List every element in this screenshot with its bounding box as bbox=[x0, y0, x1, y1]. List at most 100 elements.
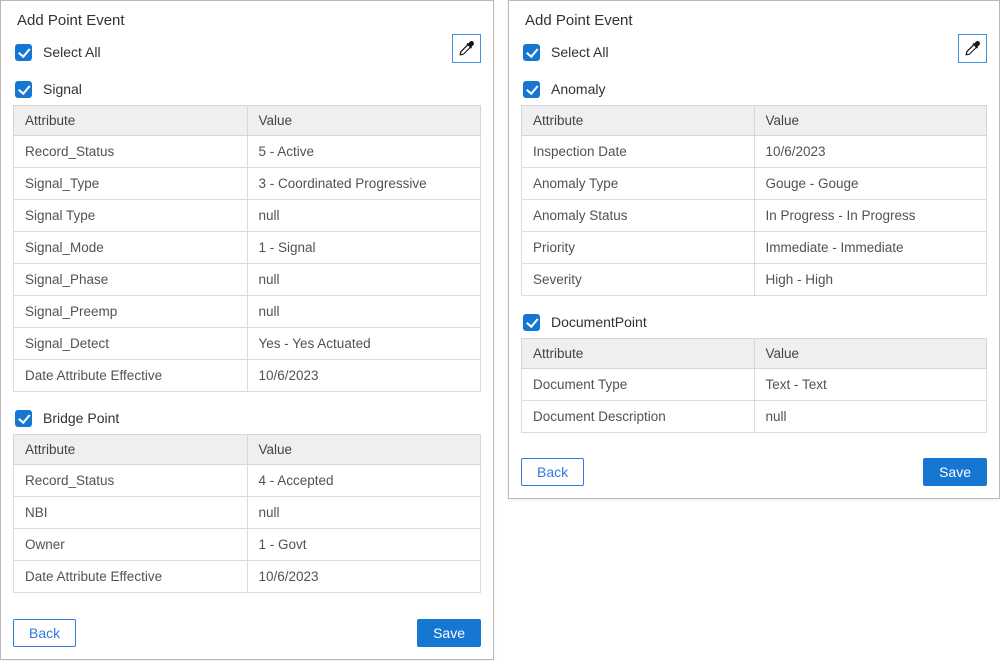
col-attribute: Attribute bbox=[522, 339, 755, 369]
table-row: Document Type Text - Text bbox=[522, 369, 987, 401]
value-cell: In Progress - In Progress bbox=[754, 200, 987, 232]
value-cell: null bbox=[247, 296, 481, 328]
group-label: Bridge Point bbox=[43, 409, 119, 427]
table-row: Record_Status 4 - Accepted bbox=[14, 465, 481, 497]
value-cell: Text - Text bbox=[754, 369, 987, 401]
attribute-table: Attribute Value Document Type Text - Tex… bbox=[521, 338, 987, 433]
select-all-checkbox[interactable] bbox=[15, 44, 32, 61]
select-all-checkbox[interactable] bbox=[523, 44, 540, 61]
value-cell: 10/6/2023 bbox=[247, 561, 481, 593]
group-label-row: Signal bbox=[15, 80, 481, 98]
back-button[interactable]: Back bbox=[521, 458, 584, 486]
add-point-event-panel: Add Point Event Select All Signal Attrib… bbox=[0, 0, 494, 660]
table-row: Record_Status 5 - Active bbox=[14, 136, 481, 168]
group-label: Anomaly bbox=[551, 80, 605, 98]
attribute-table: Attribute Value Inspection Date 10/6/202… bbox=[521, 105, 987, 296]
col-value: Value bbox=[247, 435, 481, 465]
table-row: Document Description null bbox=[522, 401, 987, 433]
attribute-cell: Signal_Type bbox=[14, 168, 248, 200]
col-value: Value bbox=[754, 106, 987, 136]
attribute-group: DocumentPoint Attribute Value Document T… bbox=[521, 313, 987, 433]
value-cell: 1 - Govt bbox=[247, 529, 481, 561]
table-row: Signal_Mode 1 - Signal bbox=[14, 232, 481, 264]
value-cell: null bbox=[247, 200, 481, 232]
group-checkbox[interactable] bbox=[15, 410, 32, 427]
value-cell: 1 - Signal bbox=[247, 232, 481, 264]
table-row: Priority Immediate - Immediate bbox=[522, 232, 987, 264]
attribute-cell: Signal_Preemp bbox=[14, 296, 248, 328]
attribute-cell: Signal_Detect bbox=[14, 328, 248, 360]
value-cell: Immediate - Immediate bbox=[754, 232, 987, 264]
table-row: Signal_Preemp null bbox=[14, 296, 481, 328]
attribute-cell: Signal_Mode bbox=[14, 232, 248, 264]
group-checkbox[interactable] bbox=[523, 81, 540, 98]
attribute-cell: Date Attribute Effective bbox=[14, 360, 248, 392]
attribute-cell: Anomaly Status bbox=[522, 200, 755, 232]
table-row: Signal_Detect Yes - Yes Actuated bbox=[14, 328, 481, 360]
value-cell: null bbox=[247, 497, 481, 529]
table-row: NBI null bbox=[14, 497, 481, 529]
group-label: DocumentPoint bbox=[551, 313, 647, 331]
save-button[interactable]: Save bbox=[417, 619, 481, 647]
col-attribute: Attribute bbox=[14, 106, 248, 136]
group-label-row: Anomaly bbox=[523, 80, 987, 98]
table-header-row: Attribute Value bbox=[14, 106, 481, 136]
select-all-label: Select All bbox=[551, 43, 609, 61]
attribute-cell: Signal Type bbox=[14, 200, 248, 232]
value-cell: null bbox=[754, 401, 987, 433]
attribute-cell: Date Attribute Effective bbox=[14, 561, 248, 593]
add-point-event-panel: Add Point Event Select All Anomaly Attri… bbox=[508, 0, 1000, 499]
value-cell: Gouge - Gouge bbox=[754, 168, 987, 200]
attribute-cell: Anomaly Type bbox=[522, 168, 755, 200]
table-row: Severity High - High bbox=[522, 264, 987, 296]
panel-footer: Back Save bbox=[521, 448, 987, 486]
group-checkbox[interactable] bbox=[15, 81, 32, 98]
value-cell: 4 - Accepted bbox=[247, 465, 481, 497]
select-all-label: Select All bbox=[43, 43, 101, 61]
panel-title: Add Point Event bbox=[525, 11, 987, 31]
attribute-cell: Record_Status bbox=[14, 136, 248, 168]
group-label: Signal bbox=[43, 80, 82, 98]
attribute-cell: Record_Status bbox=[14, 465, 248, 497]
col-value: Value bbox=[247, 106, 481, 136]
attribute-cell: Signal_Phase bbox=[14, 264, 248, 296]
table-row: Date Attribute Effective 10/6/2023 bbox=[14, 360, 481, 392]
value-cell: 10/6/2023 bbox=[754, 136, 987, 168]
attribute-cell: Document Type bbox=[522, 369, 755, 401]
value-cell: 3 - Coordinated Progressive bbox=[247, 168, 481, 200]
attribute-cell: Inspection Date bbox=[522, 136, 755, 168]
back-button[interactable]: Back bbox=[13, 619, 76, 647]
eyedropper-button[interactable] bbox=[958, 34, 987, 63]
table-header-row: Attribute Value bbox=[14, 435, 481, 465]
panel-title: Add Point Event bbox=[17, 11, 481, 31]
value-cell: 10/6/2023 bbox=[247, 360, 481, 392]
eyedropper-button[interactable] bbox=[452, 34, 481, 63]
col-attribute: Attribute bbox=[522, 106, 755, 136]
attribute-group: Bridge Point Attribute Value Record_Stat… bbox=[13, 409, 481, 593]
value-cell: 5 - Active bbox=[247, 136, 481, 168]
panel-footer: Back Save bbox=[13, 609, 481, 647]
save-button[interactable]: Save bbox=[923, 458, 987, 486]
group-checkbox[interactable] bbox=[523, 314, 540, 331]
select-all-row: Select All bbox=[523, 43, 987, 61]
value-cell: Yes - Yes Actuated bbox=[247, 328, 481, 360]
attribute-cell: NBI bbox=[14, 497, 248, 529]
table-row: Anomaly Status In Progress - In Progress bbox=[522, 200, 987, 232]
eyedropper-icon bbox=[458, 40, 475, 57]
value-cell: High - High bbox=[754, 264, 987, 296]
attribute-group: Signal Attribute Value Record_Status 5 -… bbox=[13, 80, 481, 392]
attribute-cell: Document Description bbox=[522, 401, 755, 433]
attribute-groups: Signal Attribute Value Record_Status 5 -… bbox=[13, 63, 481, 593]
attribute-cell: Owner bbox=[14, 529, 248, 561]
attribute-cell: Priority bbox=[522, 232, 755, 264]
col-value: Value bbox=[754, 339, 987, 369]
table-row: Signal_Phase null bbox=[14, 264, 481, 296]
attribute-cell: Severity bbox=[522, 264, 755, 296]
table-row: Owner 1 - Govt bbox=[14, 529, 481, 561]
table-row: Anomaly Type Gouge - Gouge bbox=[522, 168, 987, 200]
eyedropper-icon bbox=[964, 40, 981, 57]
group-label-row: Bridge Point bbox=[15, 409, 481, 427]
select-all-row: Select All bbox=[15, 43, 481, 61]
table-row: Inspection Date 10/6/2023 bbox=[522, 136, 987, 168]
table-row: Signal_Type 3 - Coordinated Progressive bbox=[14, 168, 481, 200]
